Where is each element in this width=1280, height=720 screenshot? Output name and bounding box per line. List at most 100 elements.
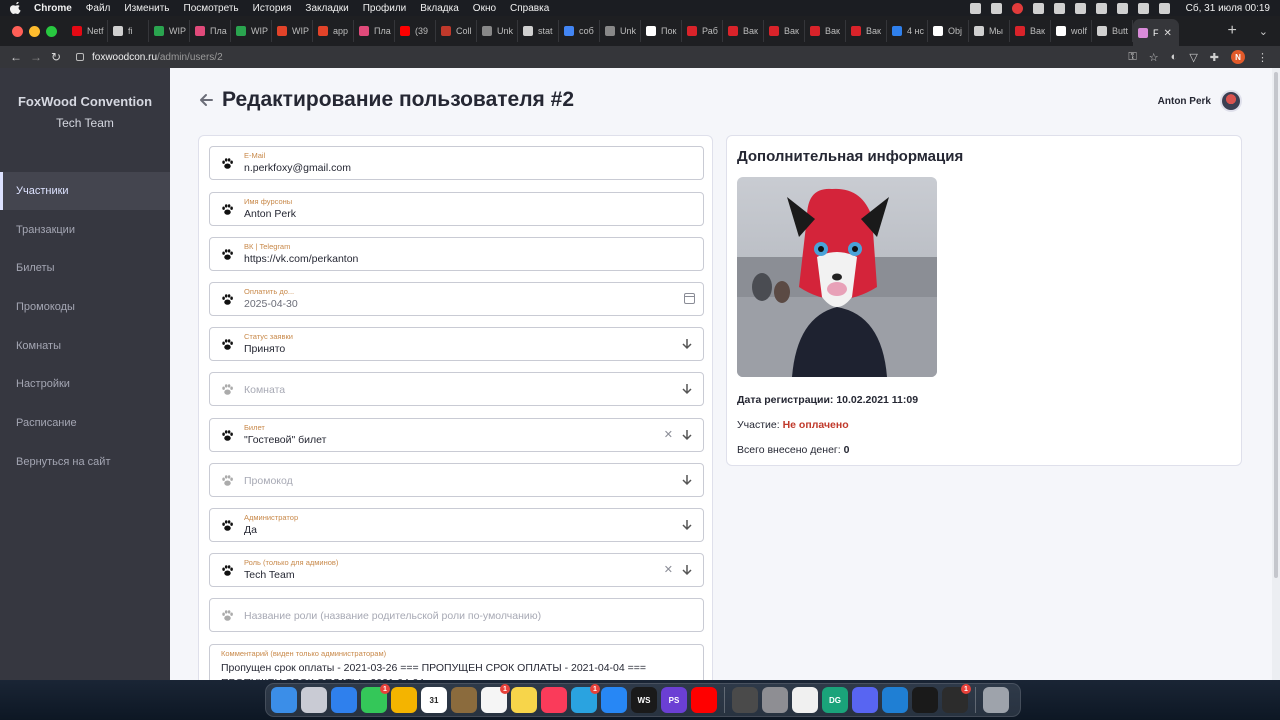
email-value[interactable]: n.perkfoxy@gmail.com — [244, 162, 351, 174]
browser-tab[interactable]: Butt — [1092, 20, 1133, 42]
role-select[interactable]: Роль (только для админов) Tech Team ✕ — [209, 553, 704, 587]
comment-value[interactable]: Пропущен срок оплаты - 2021-03-26 === ПР… — [221, 661, 692, 680]
browser-tab[interactable]: Вак — [846, 20, 887, 42]
dock-textedit-icon[interactable] — [792, 687, 818, 713]
arrow-down-icon[interactable] — [681, 518, 693, 532]
browser-tab[interactable]: stat — [518, 20, 559, 42]
back-icon[interactable]: ← — [6, 50, 26, 64]
sidebar-item-promocodes[interactable]: Промокоды — [0, 288, 170, 326]
comment-textarea[interactable]: Комментарий (виден только администратора… — [209, 644, 704, 680]
dock-calculator-icon[interactable] — [732, 687, 758, 713]
keyboard-layout-icon[interactable] — [1053, 2, 1065, 14]
browser-tab[interactable]: Вак — [764, 20, 805, 42]
arrow-down-icon[interactable] — [681, 428, 693, 442]
dock-discord-icon[interactable] — [852, 687, 878, 713]
dock-phpstorm-icon[interactable]: PS — [661, 687, 687, 713]
spotlight-icon[interactable] — [1116, 2, 1128, 14]
sidebar-item-transactions[interactable]: Транзакции — [0, 211, 170, 249]
lock-icon[interactable] — [76, 53, 84, 61]
pay-until-value[interactable]: 2025-04-30 — [244, 298, 298, 310]
close-window-button[interactable] — [12, 25, 23, 37]
status-value[interactable]: Принято — [244, 343, 285, 355]
room-placeholder[interactable]: Комната — [244, 384, 285, 396]
menubar-clock[interactable]: Сб, 31 июля 00:19 — [1186, 3, 1270, 14]
application-status-select[interactable]: Статус заявки Принято — [209, 327, 704, 361]
dock-terminal-icon[interactable] — [912, 687, 938, 713]
browser-tab[interactable]: 4 нс — [887, 20, 928, 42]
browser-tab[interactable]: Unk — [600, 20, 641, 42]
arrow-down-icon[interactable] — [681, 473, 693, 487]
browser-tab[interactable]: Вак — [805, 20, 846, 42]
browser-tab[interactable]: Мы — [969, 20, 1010, 42]
browser-tab[interactable]: app — [313, 20, 354, 42]
maximize-window-button[interactable] — [46, 25, 57, 37]
dock-calendar-icon[interactable]: 31 — [421, 687, 447, 713]
current-user[interactable]: Anton Perk — [1158, 90, 1242, 112]
fursona-name-field[interactable]: Имя фурсоны Anton Perk — [209, 192, 704, 226]
battery-icon[interactable] — [1074, 2, 1086, 14]
dock-messages-icon[interactable]: 1 — [361, 684, 390, 713]
apple-icon[interactable] — [10, 2, 22, 14]
dock-figma-icon[interactable]: 1 — [942, 684, 971, 713]
scrollbar-thumb[interactable] — [1274, 72, 1278, 578]
browser-tab[interactable]: Раб — [682, 20, 723, 42]
role-name-field[interactable]: Название роли (название родительской рол… — [209, 598, 704, 632]
clear-icon[interactable]: ✕ — [664, 428, 673, 441]
clear-icon[interactable]: ✕ — [664, 563, 673, 576]
dock-chrome-icon[interactable] — [391, 687, 417, 713]
sidebar-item-schedule[interactable]: Расписание — [0, 404, 170, 442]
browser-tab[interactable]: WIP — [149, 20, 190, 42]
wifi-icon[interactable] — [1095, 2, 1107, 14]
menu-window[interactable]: Окно — [473, 3, 496, 14]
siri-icon[interactable] — [1158, 2, 1170, 14]
browser-tab[interactable]: (39 — [395, 20, 436, 42]
email-field[interactable]: E-Mail n.perkfoxy@gmail.com — [209, 146, 704, 180]
dock-datagrip-icon[interactable]: DG — [822, 687, 848, 713]
browser-tab[interactable]: Вак — [723, 20, 764, 42]
browser-tab[interactable]: Пла — [354, 20, 395, 42]
menu-app-name[interactable]: Chrome — [34, 3, 72, 14]
dock-reminders-icon[interactable]: 1 — [481, 684, 510, 713]
status-app-icon[interactable] — [1011, 2, 1023, 14]
minimize-window-button[interactable] — [29, 25, 40, 37]
browser-tab[interactable]: соб — [559, 20, 600, 42]
browser-tab[interactable]: WIP — [231, 20, 272, 42]
arrow-down-icon[interactable] — [681, 563, 693, 577]
sidebar-item-rooms[interactable]: Комнаты — [0, 327, 170, 365]
browser-tab[interactable]: Пла — [190, 20, 231, 42]
key-icon[interactable]: ⚿ — [1128, 51, 1136, 64]
page-scrollbar[interactable] — [1272, 68, 1280, 680]
new-tab-button[interactable]: + — [1217, 22, 1246, 40]
dock-app-brown-icon[interactable] — [451, 687, 477, 713]
promocode-select[interactable]: Промокод — [209, 463, 704, 497]
promocode-placeholder[interactable]: Промокод — [244, 475, 293, 487]
browser-tab[interactable]: Coll — [436, 20, 477, 42]
browser-tab[interactable]: fi — [108, 20, 149, 42]
calendar-icon[interactable] — [684, 293, 695, 304]
avatar[interactable] — [1220, 90, 1242, 112]
dock-vscode-icon[interactable] — [882, 687, 908, 713]
close-tab-icon[interactable]: ✕ — [1164, 28, 1172, 39]
status-app-icon[interactable] — [990, 2, 1002, 14]
status-app-icon[interactable] — [969, 2, 981, 14]
forward-icon[interactable]: → — [26, 50, 46, 64]
browser-tab-active[interactable]: F ✕ — [1133, 19, 1179, 46]
menu-history[interactable]: История — [253, 3, 292, 14]
browser-tab[interactable]: Пок — [641, 20, 682, 42]
dock-youtube-icon[interactable] — [691, 687, 717, 713]
sidebar-item-tickets[interactable]: Билеты — [0, 249, 170, 287]
menu-profiles[interactable]: Профили — [363, 3, 407, 14]
dock-launchpad-icon[interactable] — [301, 687, 327, 713]
social-link-field[interactable]: ВК | Telegram https://vk.com/perkanton — [209, 237, 704, 271]
browser-tab[interactable]: Obj — [928, 20, 969, 42]
dock-notes-icon[interactable] — [511, 687, 537, 713]
sidebar-item-back-to-site[interactable]: Вернуться на сайт — [0, 443, 170, 481]
room-select[interactable]: Комната — [209, 372, 704, 406]
role-value[interactable]: Tech Team — [244, 569, 295, 581]
browser-tab[interactable]: Unk — [477, 20, 518, 42]
browser-tab[interactable]: wolf — [1051, 20, 1092, 42]
dock-settings-icon[interactable] — [762, 687, 788, 713]
menu-view[interactable]: Посмотреть — [184, 3, 239, 14]
menu-edit[interactable]: Изменить — [124, 3, 169, 14]
dock-vk-icon[interactable] — [601, 687, 627, 713]
